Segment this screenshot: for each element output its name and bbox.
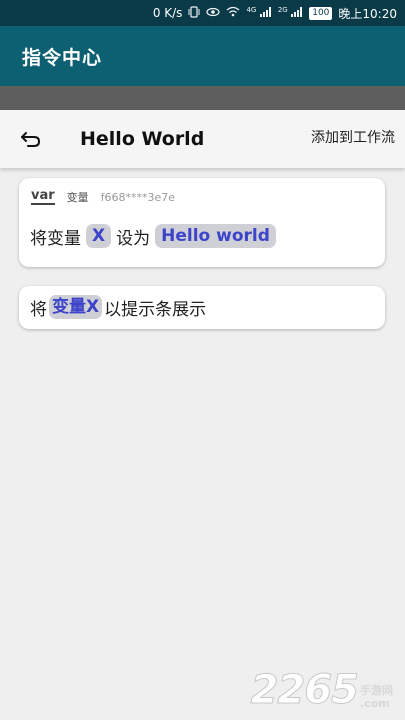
variable-name-chip[interactable]: X (86, 224, 112, 248)
action-id: f668****3e7e (100, 190, 176, 204)
watermark-text: 手游网 .com (360, 684, 393, 710)
dim-overlay (0, 86, 405, 110)
variable-value-chip[interactable]: Hello world (155, 224, 276, 248)
card-header: var 变量 f668****3e7e (31, 186, 175, 208)
app-bar: 指令中心 (0, 26, 405, 86)
watermark-number: 2265 (250, 667, 359, 713)
var-icon: var (31, 188, 55, 205)
network-type-1: 4G (246, 6, 257, 15)
signal-icon-1: 4G (246, 6, 271, 20)
sentence-prefix: 将 (30, 299, 47, 320)
back-button[interactable] (10, 118, 52, 160)
vibrate-icon (188, 5, 200, 21)
network-speed: 0 K/s (152, 6, 183, 20)
watermark-line1: 手游网 (360, 684, 393, 697)
signal-icon-2: 2G (278, 6, 303, 20)
network-type-2: 2G (277, 6, 288, 15)
wifi-icon (226, 6, 240, 20)
show-toast-card[interactable]: 将 变量X 以提示条展示 (19, 286, 385, 329)
sentence-suffix: 以提示条展示 (104, 299, 207, 320)
app-title: 指令中心 (22, 46, 103, 69)
eye-icon (206, 7, 221, 20)
back-arrow-icon (21, 132, 41, 147)
watermark-line2: .com (360, 697, 390, 710)
sentence-middle: 设为 (116, 228, 151, 249)
watermark-logo: 2265 手游网 .com (250, 667, 393, 713)
action-sentence: 将 变量X 以提示条展示 (30, 294, 206, 320)
shortcut-title: Hello World (80, 128, 205, 150)
sheet-toolbar: Hello World 添加到工作流 (0, 110, 405, 168)
action-category: 变量 (66, 191, 89, 204)
variable-ref-chip[interactable]: 变量X (49, 295, 103, 319)
action-sentence: 将变量 X 设为 Hello world (30, 223, 281, 249)
clock: 晚上10:20 (338, 6, 397, 21)
set-variable-card[interactable]: var 变量 f668****3e7e 将变量 X 设为 Hello world (19, 178, 385, 267)
battery-icon: 100 (309, 6, 333, 20)
sentence-prefix: 将变量 (30, 228, 81, 249)
add-to-workflow-button[interactable]: 添加到工作流 (311, 127, 395, 147)
status-bar: 0 K/s 4G 2G 100 晚上10:20 (0, 0, 405, 26)
